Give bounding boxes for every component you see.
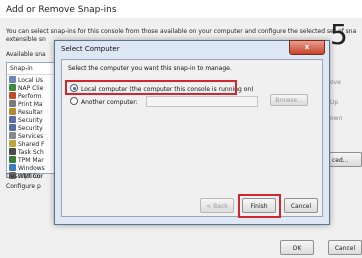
another-computer-input[interactable] [146, 96, 258, 107]
snapin-icon [9, 140, 16, 147]
ok-button[interactable]: OK [280, 240, 314, 255]
snapin-icon [9, 164, 16, 171]
local-computer-highlight [65, 80, 237, 95]
snapin-icon [9, 148, 16, 155]
move-up-button[interactable]: Up [330, 96, 362, 110]
snapin-label: Task Sch [18, 149, 44, 156]
snapin-label: Resultar [18, 109, 43, 116]
description-label: Description: [6, 173, 43, 180]
snapin-label: Services [18, 133, 44, 140]
dialog-cancel-button[interactable]: Cancel [284, 198, 318, 213]
close-icon: x [304, 43, 310, 51]
snapin-icon [9, 76, 16, 83]
dialog-prompt: Select the computer you want this snap-i… [68, 65, 232, 72]
outer-cancel-button[interactable]: Cancel [328, 240, 362, 255]
select-computer-dialog: Select Computer x Select the computer yo… [54, 40, 330, 225]
snapin-label: Local Us [18, 77, 43, 84]
snapin-label: Print Ma [18, 101, 43, 108]
another-computer-option[interactable]: Another computer: [70, 97, 138, 106]
window-description-cont: extensible sn [6, 36, 46, 43]
description-text: Configure p [6, 183, 41, 190]
finish-highlight [238, 194, 281, 218]
dialog-body: Select the computer you want this snap-i… [61, 59, 323, 218]
another-computer-radio[interactable] [70, 97, 78, 105]
snapin-label: TPM Mar [18, 157, 44, 164]
snapin-label: Windows [18, 165, 45, 172]
snapin-label: Security [18, 117, 43, 124]
snapin-label: NAP Clie [18, 85, 44, 92]
back-button[interactable]: < Back [200, 198, 234, 213]
remove-button[interactable]: ove [330, 76, 362, 90]
snapin-icon [9, 108, 16, 115]
snapin-icon [9, 100, 16, 107]
window-description: You can select snap-ins for this console… [6, 28, 356, 35]
move-down-button[interactable]: own [330, 112, 362, 126]
advanced-button[interactable]: ced... [328, 152, 362, 167]
snapin-icon [9, 92, 16, 99]
dialog-title: Select Computer [61, 45, 120, 53]
snapin-icon [9, 132, 16, 139]
close-button[interactable]: x [289, 40, 325, 55]
another-computer-label: Another computer: [81, 99, 138, 106]
browse-button[interactable]: Browse... [270, 94, 308, 106]
window-titlebar: Add or Remove Snap-ins [0, 0, 362, 18]
step-number: 5 [330, 18, 348, 51]
snapin-label: Perform [18, 93, 42, 100]
snapin-label: Shared F [18, 141, 45, 148]
available-snapins-label: Available sna [6, 51, 46, 58]
window-title: Add or Remove Snap-ins [6, 5, 117, 15]
snapin-icon [9, 116, 16, 123]
snapin-label: Security [18, 125, 43, 132]
snapin-icon [9, 124, 16, 131]
snapin-icon [9, 156, 16, 163]
snapin-icon [9, 84, 16, 91]
